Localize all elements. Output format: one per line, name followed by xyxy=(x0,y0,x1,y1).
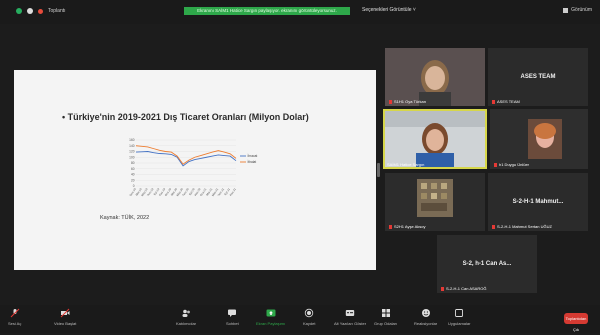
participant-tile[interactable]: S-2-H-1 Mahmut... S-2-H-1 Mahmut Sertan … xyxy=(488,173,588,231)
legend-label: İthalat xyxy=(248,159,257,164)
participant-tile-active-speaker[interactable]: SAİM1 Hatice Sargın xyxy=(383,109,487,169)
participant-tile[interactable]: S-2, h-1 Can As... S-2-H-1 Can ASAROĞ xyxy=(437,235,537,293)
closed-captions-icon xyxy=(345,310,355,316)
share-screen-label: Ekran Paylaşımı xyxy=(256,321,286,326)
reactions-label: Reaksiyonlar xyxy=(414,321,438,326)
breakout-rooms-button[interactable]: Grup Odaları xyxy=(374,308,397,326)
mic-muted-icon xyxy=(492,224,495,229)
view-mode-label: Görünüm xyxy=(571,7,592,13)
recording-icon xyxy=(38,8,43,14)
y-tick-label: 40 xyxy=(131,173,135,177)
info-icon[interactable] xyxy=(27,8,33,14)
participant-name-text: S2H1 Ayşe Aksoy xyxy=(394,224,426,229)
y-tick-label: 140 xyxy=(129,144,135,148)
breakout-rooms-label: Grup Odaları xyxy=(374,321,398,326)
microphone-muted-icon xyxy=(10,308,20,318)
y-tick-label: 80 xyxy=(131,161,135,165)
participant-video xyxy=(490,109,588,169)
breakout-rooms-icon xyxy=(381,309,390,317)
chat-icon xyxy=(228,309,237,317)
share-screen-icon xyxy=(266,309,276,317)
participant-tile[interactable]: S1H1 Oya Türkan xyxy=(385,48,485,106)
split-resize-handle[interactable] xyxy=(377,163,380,177)
view-options-button[interactable]: Seçenekleri Görüntüle ˅ xyxy=(362,7,416,13)
legend-label: İhracat xyxy=(248,153,258,158)
record-label: Kaydet xyxy=(303,321,316,326)
y-tick-label: 60 xyxy=(131,167,135,171)
participant-video xyxy=(385,173,485,231)
trade-line-chart: 160140120100806040200Oca.19Mar.19May.19T… xyxy=(128,138,258,197)
reactions-smiley-icon xyxy=(421,309,430,317)
view-mode-button[interactable]: Görünüm xyxy=(563,7,592,13)
reactions-button[interactable]: Reaksiyonlar xyxy=(414,308,437,326)
leave-meeting-button[interactable]: Toplantıdan Çık xyxy=(564,313,588,332)
y-tick-label: 120 xyxy=(129,150,135,154)
participant-name-text: ASES TEAM xyxy=(497,99,520,104)
participant-name-large: S-2, h-1 Can As... xyxy=(462,261,512,267)
participants-icon xyxy=(182,309,190,317)
participants-button[interactable]: Katılımcılar xyxy=(176,308,196,326)
participant-name-text: SAİM1 Hatice Sargın xyxy=(387,162,425,167)
x-tick-label: Kas.21 xyxy=(229,187,238,197)
slide-source: Kaynak: TÜİK, 2022 xyxy=(100,215,150,221)
chat-button[interactable]: Sohbet xyxy=(226,308,239,326)
meeting-info-label: Toplantı xyxy=(48,8,66,14)
participant-name: h1 Duygu Ünlüer xyxy=(494,162,529,167)
top-bar: Toplantı Ekranını SAİM1 Hatice Sargın pa… xyxy=(0,0,600,24)
share-screen-button[interactable]: Ekran Paylaşımı xyxy=(256,308,285,326)
captions-button[interactable]: Alt Yazıları Göster xyxy=(334,308,366,326)
meeting-toolbar: Sesi Aç Video Başlat Katılımcılar Sohbet… xyxy=(0,305,600,333)
meeting-status: Toplantı xyxy=(16,8,66,14)
view-options-label: Seçenekleri Görüntüle xyxy=(362,7,412,13)
video-off-icon xyxy=(60,308,70,318)
record-button[interactable]: Kaydet xyxy=(303,308,315,326)
mic-muted-icon xyxy=(389,224,392,229)
screen-share-banner: Ekranını SAİM1 Hatice Sargın paylaşıyor.… xyxy=(184,7,350,15)
chat-label: Sohbet xyxy=(226,321,239,326)
y-tick-label: 160 xyxy=(129,138,135,142)
participant-name: S-2-H-1 Can ASAROĞ xyxy=(441,286,486,291)
participant-name: S-2-H-1 Mahmut Sertan UĞUZ xyxy=(492,224,552,229)
participant-tile[interactable]: S2H1 Ayşe Aksoy xyxy=(385,173,485,231)
mic-muted-icon xyxy=(492,99,495,104)
participant-name: SAİM1 Hatice Sargın xyxy=(387,162,424,167)
participant-name-text: S-2-H-1 Can ASAROĞ xyxy=(446,286,487,291)
mute-label: Sesi Aç xyxy=(8,321,22,326)
apps-button[interactable]: Uygulamalar xyxy=(448,308,470,326)
mute-button[interactable]: Sesi Aç xyxy=(8,308,21,326)
participant-name-text: S-2-H-1 Mahmut Sertan UĞUZ xyxy=(497,224,552,229)
participant-video xyxy=(383,109,487,169)
participant-name: S2H1 Ayşe Aksoy xyxy=(389,224,426,229)
mic-muted-icon xyxy=(389,99,392,104)
shared-screen: • Türkiye'nin 2019-2021 Dış Ticaret Oran… xyxy=(14,70,376,270)
mic-muted-icon xyxy=(494,162,497,167)
participant-name: S1H1 Oya Türkan xyxy=(389,99,426,104)
mic-muted-icon xyxy=(441,286,444,291)
participant-name-large: ASES TEAM xyxy=(520,74,556,80)
captions-label: Alt Yazıları Göster xyxy=(334,321,367,326)
start-video-button[interactable]: Video Başlat xyxy=(54,308,76,326)
participant-name-text: h1 Duygu Ünlüer xyxy=(499,162,530,167)
security-shield-icon[interactable] xyxy=(16,8,22,14)
participants-label: Katılımcılar xyxy=(176,321,197,326)
y-tick-label: 100 xyxy=(129,155,135,159)
y-tick-label: 20 xyxy=(131,178,135,182)
participant-tile[interactable]: ASES TEAM ASES TEAM xyxy=(488,48,588,106)
series-line xyxy=(135,151,237,167)
grid-view-icon xyxy=(563,7,569,13)
participant-name-text: S1H1 Oya Türkan xyxy=(394,99,426,104)
participant-name: ASES TEAM xyxy=(492,99,520,104)
participant-video xyxy=(385,48,485,106)
participant-tile[interactable]: h1 Duygu Ünlüer xyxy=(490,109,588,169)
apps-label: Uygulamalar xyxy=(448,321,471,326)
slide-title: • Türkiye'nin 2019-2021 Dış Ticaret Oran… xyxy=(62,112,309,122)
record-icon xyxy=(305,308,314,318)
start-video-label: Video Başlat xyxy=(54,321,77,326)
apps-icon xyxy=(455,309,464,317)
participant-name-large: S-2-H-1 Mahmut... xyxy=(512,199,564,205)
